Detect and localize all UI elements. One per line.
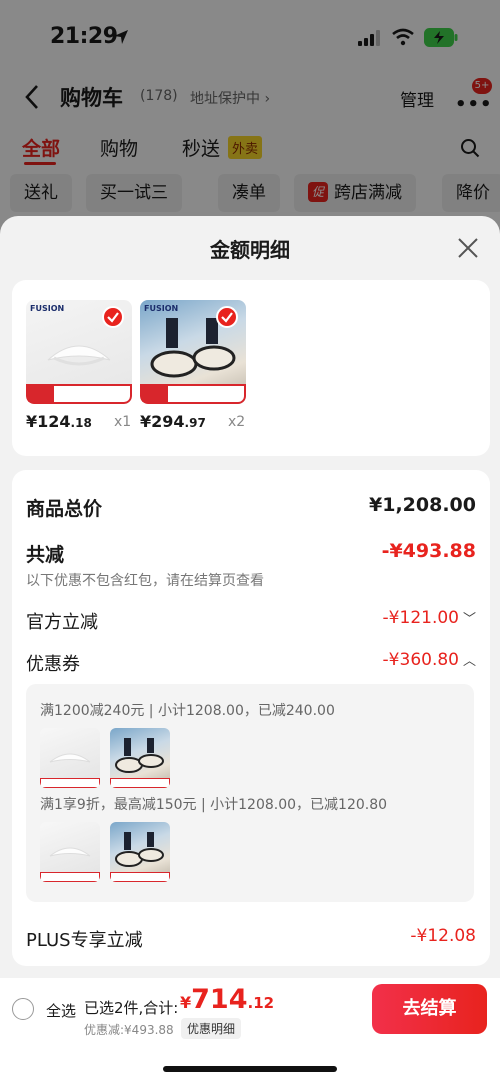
coupon-product-thumb [110, 822, 170, 882]
product-price: ¥124.18 [26, 412, 92, 431]
reduce-row: 共减 -¥493.88 [26, 540, 476, 566]
product-image-sandals: FUSION [140, 300, 246, 404]
product-item[interactable]: FUSION ¥124.18 x1 [26, 300, 132, 431]
official-discount-value: -¥121.00 [382, 608, 459, 628]
reduce-label: 共减 [26, 544, 65, 566]
total-decimal: .12 [247, 994, 275, 1012]
visor-shape [47, 345, 111, 366]
coupon-line: 满1200减240元 | 小计1208.00，已减240.00 [40, 703, 335, 719]
product-price: ¥294.97 [140, 412, 206, 431]
product-quantity: x1 [114, 414, 132, 430]
total-row: 商品总价 ¥1,208.00 [26, 494, 476, 520]
product-item[interactable]: FUSION ¥294.97 x2 [140, 300, 246, 431]
coupon-product-thumb [110, 728, 170, 788]
coupon-line: 满1享9折，最高减150元 | 小计1208.00，已减120.80 [40, 797, 388, 813]
official-discount-row[interactable]: 官方立减 -¥121.00 ﹀ [26, 608, 476, 634]
select-all-radio[interactable] [12, 998, 34, 1020]
close-icon[interactable] [456, 236, 480, 260]
brand-logo: FUSION [144, 304, 179, 313]
select-all-label[interactable]: 全选 [46, 1000, 76, 1021]
price-decimal: .18 [70, 416, 92, 430]
brand-logo: FUSION [30, 304, 65, 313]
checkout-bar: 全选 已选2件,合计: ¥714.12 优惠减:¥493.88 优惠明细 去结算 [0, 978, 500, 1083]
reduce-note: 以下优惠不包含红包，请在结算页查看 [26, 573, 264, 589]
coupon-row[interactable]: 优惠券 -¥360.80 ︿ [26, 650, 476, 676]
home-indicator [163, 1066, 337, 1072]
selected-check-icon [216, 306, 238, 328]
sheet-header: 金额明细 [0, 216, 500, 280]
plus-discount-label: PLUS专享立减 [26, 930, 143, 951]
price-decimal: .97 [184, 416, 206, 430]
plus-discount-row: PLUS专享立减 -¥12.08 [26, 926, 476, 952]
chevron-up-icon: ︿ [462, 654, 476, 669]
total-value: ¥1,208.00 [369, 494, 476, 516]
price-strip [26, 384, 132, 404]
discount-detail-button[interactable]: 优惠明细 [181, 1018, 242, 1039]
coupon-label: 优惠券 [26, 654, 80, 675]
total-amount: ¥714.12 [180, 984, 274, 1015]
selected-summary: 已选2件,合计: [84, 999, 179, 1017]
reduce-value: -¥493.88 [381, 540, 476, 562]
amount-detail-sheet: 金额明细 FUSION ¥124.18 x1 FUSION ¥294.97 x2 [0, 216, 500, 1083]
plus-discount-value: -¥12.08 [410, 926, 476, 946]
checkout-button[interactable]: 去结算 [372, 984, 487, 1034]
chevron-down-icon: ﹀ [462, 612, 476, 627]
selected-products-card: FUSION ¥124.18 x1 FUSION ¥294.97 x2 [12, 280, 490, 456]
total-integer: 714 [191, 984, 248, 1015]
coupon-detail-box: 满1200减240元 | 小计1208.00，已减240.00 满1享9折，最高… [26, 684, 474, 902]
official-discount-value-wrap: -¥121.00 ﹀ [383, 608, 476, 628]
sheet-title: 金额明细 [210, 238, 290, 262]
price-detail-card: 商品总价 ¥1,208.00 共减 -¥493.88 以下优惠不包含红包，请在结… [12, 470, 490, 966]
selected-check-icon [102, 306, 124, 328]
official-discount-label: 官方立减 [26, 612, 98, 633]
product-quantity: x2 [228, 414, 246, 430]
price-integer: ¥294 [140, 412, 185, 431]
coupon-product-thumb [40, 822, 100, 882]
currency: ¥ [180, 993, 192, 1012]
coupon-value-wrap: -¥360.80 ︿ [383, 650, 476, 670]
total-label: 商品总价 [26, 498, 103, 520]
price-integer: ¥124 [26, 412, 71, 431]
product-image-visor: FUSION [26, 300, 132, 404]
discount-summary: 优惠减:¥493.88 [84, 1023, 174, 1037]
coupon-product-thumb [40, 728, 100, 788]
price-strip [140, 384, 246, 404]
coupon-value: -¥360.80 [382, 650, 459, 670]
